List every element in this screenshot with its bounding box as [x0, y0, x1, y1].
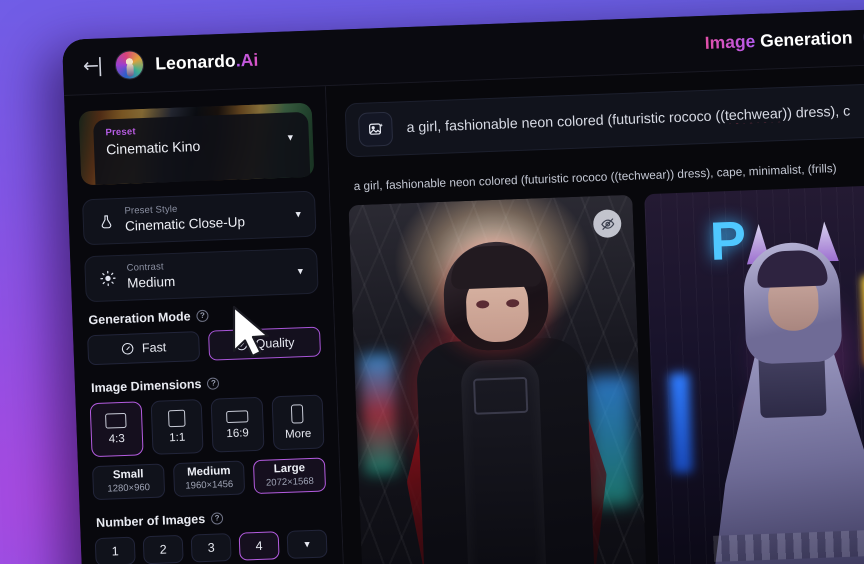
image-size-options: Small 1280×960 Medium 1960×1456 Large 20… [92, 457, 327, 501]
image-size-medium-button[interactable]: Medium 1960×1456 [172, 460, 246, 498]
generated-image-2[interactable]: P [644, 183, 864, 564]
aspect-ratio-options: 4:3 1:1 16:9 More [89, 394, 325, 458]
image-1-strap-detail [473, 376, 529, 415]
aspect-ratio-1-1-label: 1:1 [169, 431, 186, 445]
contrast-label: Contrast [126, 261, 164, 275]
image-dimensions-heading: Image Dimensions ? [91, 372, 322, 395]
app-body: Preset Cinematic Kino ▼ Preset Style Cin… [64, 62, 864, 564]
prompt-bar[interactable]: a girl, fashionable neon colored (futuri… [344, 80, 864, 158]
back-arrow-icon[interactable]: ←| [83, 55, 102, 78]
aspect-ratio-more-button[interactable]: More [271, 394, 325, 451]
square-1-1-icon [167, 409, 186, 428]
help-icon[interactable]: ? [210, 512, 224, 525]
number-of-images-1-button[interactable]: 1 [94, 536, 136, 564]
chevron-down-icon[interactable]: ▼ [294, 209, 303, 219]
preset-card-panel[interactable]: Preset Cinematic Kino ▼ [93, 111, 311, 186]
number-of-images-4-button[interactable]: 4 [238, 531, 280, 561]
number-of-images-2-button[interactable]: 2 [142, 534, 184, 564]
image-size-medium-pixels: 1960×1456 [185, 478, 234, 492]
results-gallery: P [348, 183, 864, 564]
chevron-down-icon[interactable]: ▼ [286, 132, 295, 142]
generation-mode-quality-button[interactable]: Quality [208, 326, 322, 361]
image-size-large-name: Large [273, 462, 306, 476]
help-icon[interactable]: ? [196, 309, 209, 323]
generation-mode-quality-label: Quality [255, 335, 295, 351]
image-size-small-button[interactable]: Small 1280×960 [92, 463, 165, 501]
speedometer-icon [121, 341, 136, 356]
image-dimensions-title: Image Dimensions [90, 377, 202, 396]
page-title-rest: Generation [754, 27, 853, 51]
image-size-small-pixels: 1280×960 [107, 482, 151, 495]
image-size-medium-name: Medium [186, 465, 231, 480]
preset-value: Cinematic Kino [105, 137, 201, 158]
prompt-text-after: )) dress), c [782, 103, 851, 123]
chevron-down-icon[interactable]: ▼ [296, 266, 305, 276]
aspect-ratio-more-label: More [284, 427, 312, 441]
contrast-value: Medium [126, 274, 176, 291]
preset-card[interactable]: Preset Cinematic Kino ▼ [78, 102, 315, 186]
preset-style-select[interactable]: Preset Style Cinematic Close-Up ▼ [81, 190, 317, 246]
leonardo-avatar-icon[interactable] [114, 49, 145, 81]
app-window: ←| Leonardo.Ai Image Generation ? Preset… [62, 6, 864, 564]
generated-image-1[interactable] [348, 194, 647, 564]
aspect-ratio-1-1-button[interactable]: 1:1 [150, 399, 204, 455]
aspect-ratio-4-3-button[interactable]: 4:3 [89, 401, 144, 458]
number-of-images-more-dropdown[interactable]: ▼ [286, 529, 328, 559]
image-sparkle-icon[interactable] [357, 111, 394, 147]
number-of-images-options: 1 2 3 4 ▼ [94, 529, 329, 564]
brand-logo[interactable]: Leonardo.Ai [155, 50, 259, 75]
main-content: a girl, fashionable neon colored (futuri… [325, 62, 864, 564]
generation-mode-heading: Generation Mode ? [88, 305, 319, 328]
image-1-neon-left [360, 353, 399, 475]
portrait-more-icon [291, 404, 304, 424]
prompt-text-misspelled: techwear [724, 106, 783, 125]
flask-icon [96, 213, 117, 230]
result-caption: a girl, fashionable neon colored (futuri… [353, 161, 837, 194]
app-window-wrapper: ←| Leonardo.Ai Image Generation ? Preset… [62, 6, 864, 564]
header-right-group: Image Generation ? [704, 22, 864, 57]
number-of-images-heading: Number of Images ? [96, 507, 327, 530]
generation-mode-options: Fast Quality [87, 326, 322, 366]
page-title-accent: Image [704, 30, 756, 53]
wide-16-9-icon [225, 409, 249, 423]
settings-sidebar: Preset Cinematic Kino ▼ Preset Style Cin… [64, 86, 347, 564]
check-circle-icon [234, 337, 249, 352]
image-2-frill [713, 529, 864, 562]
brand-suffix: .Ai [235, 49, 259, 71]
aspect-ratio-4-3-label: 4:3 [108, 432, 125, 446]
preset-style-value: Cinematic Close-Up [124, 214, 246, 234]
generation-mode-fast-button[interactable]: Fast [87, 331, 201, 366]
generation-mode-title: Generation Mode [88, 309, 191, 328]
number-of-images-3-button[interactable]: 3 [190, 533, 232, 563]
landscape-4-3-icon [105, 412, 127, 429]
aspect-ratio-16-9-button[interactable]: 16:9 [210, 396, 265, 453]
image-size-large-pixels: 2072×1568 [265, 475, 315, 489]
number-of-images-title: Number of Images [95, 511, 206, 531]
aspect-ratio-16-9-label: 16:9 [226, 426, 250, 440]
prompt-text-before: a girl, fashionable neon colored (futuri… [406, 108, 726, 137]
prompt-input[interactable]: a girl, fashionable neon colored (futuri… [406, 103, 850, 136]
image-2-neon-blue [668, 372, 693, 474]
brand-name: Leonardo [154, 50, 237, 74]
image-size-small-name: Small [112, 468, 144, 482]
page-title: Image Generation [704, 27, 853, 54]
generation-mode-fast-label: Fast [141, 340, 167, 356]
brightness-icon [98, 270, 119, 287]
screenshot-stage: ←| Leonardo.Ai Image Generation ? Preset… [0, 0, 864, 564]
image-size-large-button[interactable]: Large 2072×1568 [253, 457, 327, 495]
contrast-select[interactable]: Contrast Medium ▼ [84, 247, 319, 303]
help-icon[interactable]: ? [207, 377, 220, 390]
